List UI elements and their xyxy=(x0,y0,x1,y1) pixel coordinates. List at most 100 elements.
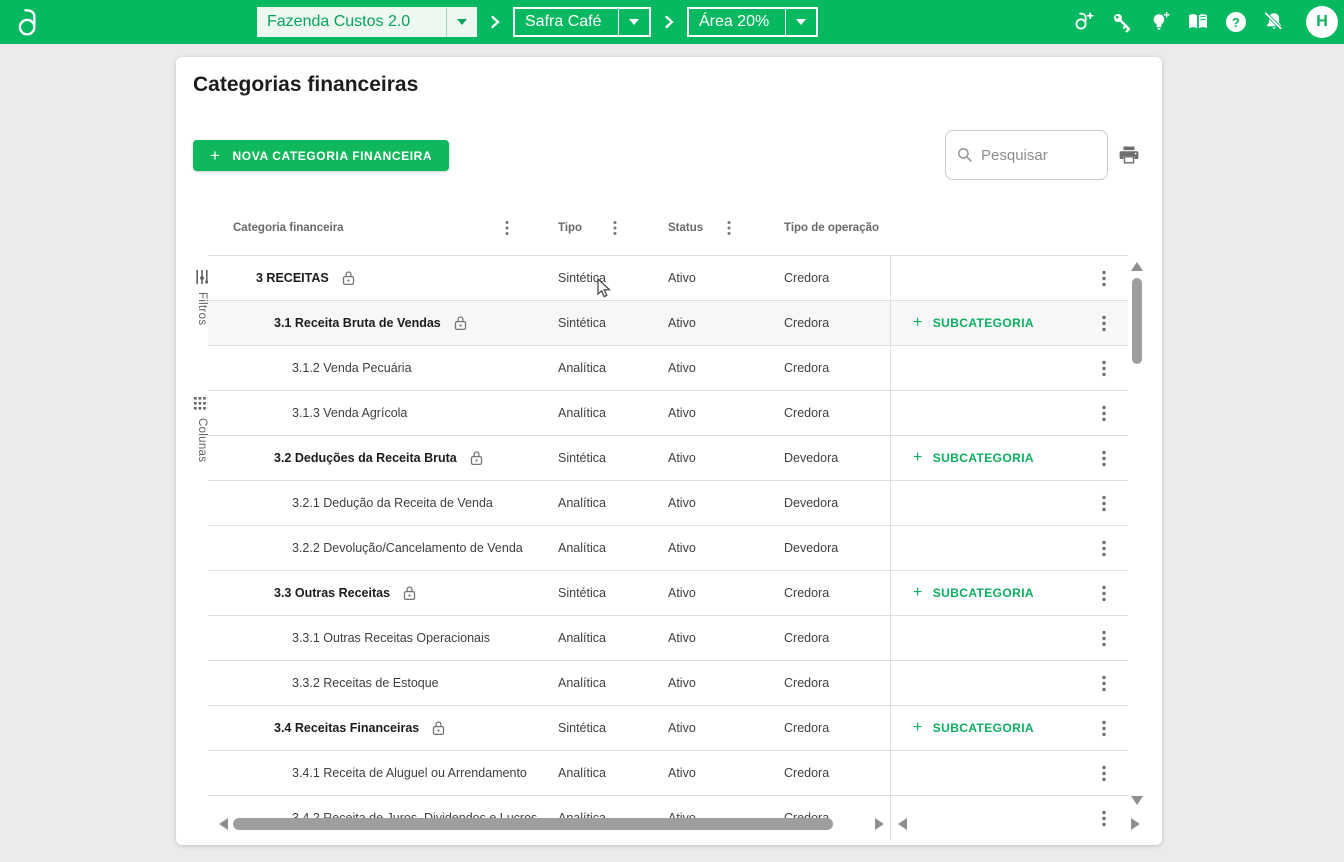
category-type: Analítica xyxy=(558,406,606,420)
row-menu-button[interactable] xyxy=(1100,538,1108,559)
row-menu-button[interactable] xyxy=(1100,808,1108,829)
columns-tab-label: Colunas xyxy=(196,418,208,463)
category-status: Ativo xyxy=(668,406,696,420)
add-subcategory-button[interactable]: + SUBCATEGORIA xyxy=(913,719,1034,737)
key-icon[interactable] xyxy=(1110,10,1134,34)
table-row[interactable]: 3.3.1 Outras Receitas Operacionais Analí… xyxy=(208,615,1128,660)
table-row[interactable]: 3.4 Receitas Financeiras Sintética Ativo… xyxy=(208,705,1128,750)
farm-selector-label: Fazenda Custos 2.0 xyxy=(267,13,411,30)
chevron-down-icon[interactable] xyxy=(619,7,649,37)
season-selector-label: Safra Café xyxy=(525,13,602,30)
season-selector[interactable]: Safra Café xyxy=(513,7,651,37)
table-row[interactable]: 3.2 Deduções da Receita Bruta Sintética … xyxy=(208,435,1128,480)
table-row[interactable]: 3.1.2 Venda Pecuária Analítica Ativo Cre… xyxy=(208,345,1128,390)
category-status: Ativo xyxy=(668,496,696,510)
row-menu-button[interactable] xyxy=(1100,313,1108,334)
new-financial-category-button[interactable]: + NOVA CATEGORIA FINANCEIRA xyxy=(193,140,450,171)
table-row[interactable]: 3.3.2 Receitas de Estoque Analítica Ativ… xyxy=(208,660,1128,705)
area-selector-label: Área 20% xyxy=(699,13,770,30)
financial-categories-card: Categorias financeiras + NOVA CATEGORIA … xyxy=(176,57,1162,845)
search-input[interactable] xyxy=(981,146,1091,164)
help-icon[interactable]: ? xyxy=(1224,10,1248,34)
operation-type: Credora xyxy=(784,586,830,600)
actions-hscroll-right-arrow[interactable] xyxy=(1131,818,1140,830)
ideas-icon[interactable] xyxy=(1148,10,1172,34)
plus-icon: + xyxy=(913,584,923,601)
actions-hscroll-left-arrow[interactable] xyxy=(898,818,907,830)
kebab-icon xyxy=(1102,810,1106,826)
vscroll-down-arrow[interactable] xyxy=(1131,796,1143,805)
table-row[interactable]: 3.4.1 Receita de Aluguel ou Arrendamento… xyxy=(208,750,1128,795)
column-header-status[interactable]: Status xyxy=(668,222,703,234)
area-selector[interactable]: Área 20% xyxy=(687,7,818,37)
print-button[interactable] xyxy=(1117,143,1141,167)
category-type: Sintética xyxy=(558,721,606,735)
chevron-down-icon[interactable] xyxy=(447,7,477,37)
column-menu-icon[interactable] xyxy=(727,220,731,236)
kebab-icon xyxy=(1102,585,1106,601)
column-header-tipo[interactable]: Tipo xyxy=(558,222,582,234)
category-status: Ativo xyxy=(668,451,696,465)
row-menu-button[interactable] xyxy=(1100,718,1108,739)
add-subcategory-label: SUBCATEGORIA xyxy=(932,316,1034,330)
table-row[interactable]: 3.2.2 Devolução/Cancelamento de Venda An… xyxy=(208,525,1128,570)
hscroll-right-arrow[interactable] xyxy=(875,818,884,830)
category-name: 3.1.2 Venda Pecuária xyxy=(292,361,412,375)
add-subcategory-button[interactable]: + SUBCATEGORIA xyxy=(913,314,1034,332)
chevron-right-icon xyxy=(664,15,674,29)
add-subcategory-button[interactable]: + SUBCATEGORIA xyxy=(913,449,1034,467)
farm-selector[interactable]: Fazenda Custos 2.0 xyxy=(257,7,477,37)
new-financial-category-label: NOVA CATEGORIA FINANCEIRA xyxy=(232,148,433,163)
avatar-initial: H xyxy=(1316,13,1328,30)
category-type: Sintética xyxy=(558,271,606,285)
table-row[interactable]: 3.1.3 Venda Agrícola Analítica Ativo Cre… xyxy=(208,390,1128,435)
table-row[interactable]: 3.2.1 Dedução da Receita de Venda Analít… xyxy=(208,480,1128,525)
category-name: 3.2.1 Dedução da Receita de Venda xyxy=(292,496,493,510)
row-menu-button[interactable] xyxy=(1100,673,1108,694)
column-header-categoria[interactable]: Categoria financeira xyxy=(233,222,344,234)
operation-type: Credora xyxy=(784,766,830,780)
table-row[interactable]: 3.3 Outras Receitas Sintética Ativo Cred… xyxy=(208,570,1128,615)
category-type: Analítica xyxy=(558,631,606,645)
add-subcategory-button[interactable]: + SUBCATEGORIA xyxy=(913,584,1034,602)
category-type: Analítica xyxy=(558,541,606,555)
category-status: Ativo xyxy=(668,361,696,375)
category-name: 3.3 Outras Receitas xyxy=(274,586,391,600)
avatar[interactable]: H xyxy=(1306,6,1338,38)
category-status: Ativo xyxy=(668,676,696,690)
plus-icon: + xyxy=(913,719,923,736)
hscroll-left-arrow[interactable] xyxy=(219,818,228,830)
row-menu-button[interactable] xyxy=(1100,358,1108,379)
invite-icon[interactable] xyxy=(1072,10,1096,34)
column-header-operacao[interactable]: Tipo de operação xyxy=(784,222,879,234)
plus-icon: + xyxy=(210,145,221,165)
row-menu-button[interactable] xyxy=(1100,403,1108,424)
kebab-icon xyxy=(1102,360,1106,376)
row-menu-button[interactable] xyxy=(1100,628,1108,649)
hscroll-thumb[interactable] xyxy=(233,818,833,830)
row-menu-button[interactable] xyxy=(1100,583,1108,604)
knowledge-book-icon[interactable] xyxy=(1186,10,1210,34)
category-status: Ativo xyxy=(668,721,696,735)
lock-icon xyxy=(470,451,482,466)
row-menu-button[interactable] xyxy=(1100,448,1108,469)
row-menu-button[interactable] xyxy=(1100,493,1108,514)
notifications-off-icon[interactable] xyxy=(1262,10,1286,34)
vscroll-up-arrow[interactable] xyxy=(1131,262,1143,271)
table-row[interactable]: 3.1 Receita Bruta de Vendas Sintética At… xyxy=(208,300,1128,345)
vscroll-thumb[interactable] xyxy=(1132,278,1142,364)
category-status: Ativo xyxy=(668,316,696,330)
column-menu-icon[interactable] xyxy=(613,220,617,236)
app-logo-icon[interactable] xyxy=(14,6,46,38)
kebab-icon xyxy=(1102,630,1106,646)
category-status: Ativo xyxy=(668,586,696,600)
column-menu-icon[interactable] xyxy=(505,220,509,236)
chevron-down-icon[interactable] xyxy=(786,7,816,37)
table-row[interactable]: 3 RECEITAS Sintética Ativo Credora xyxy=(208,255,1128,300)
operation-type: Credora xyxy=(784,676,830,690)
row-menu-button[interactable] xyxy=(1100,763,1108,784)
category-name: 3.3.1 Outras Receitas Operacionais xyxy=(292,631,491,645)
category-name: 3 RECEITAS xyxy=(256,271,329,285)
category-status: Ativo xyxy=(668,766,696,780)
row-menu-button[interactable] xyxy=(1100,268,1108,289)
